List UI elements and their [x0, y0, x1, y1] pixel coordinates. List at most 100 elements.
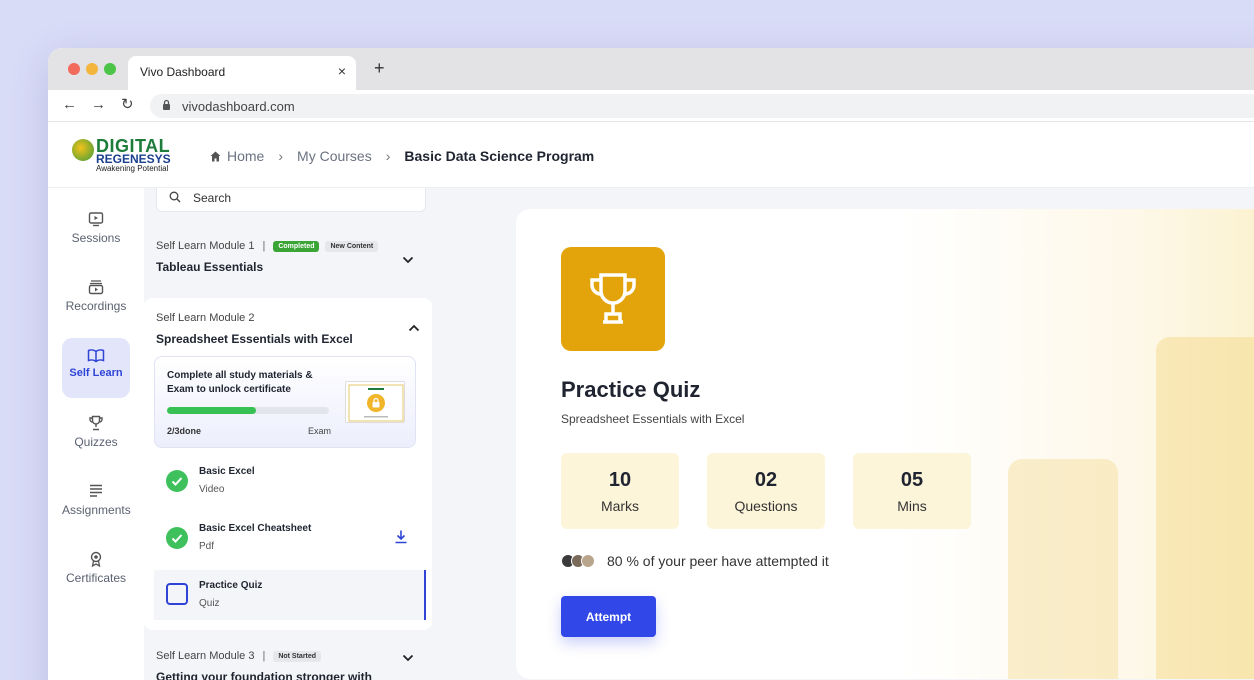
- sidebar-item-assignments[interactable]: Assignments: [62, 474, 131, 534]
- module-title: Getting your foundation stronger with: [156, 670, 372, 680]
- browser-tab-bar: Vivo Dashboard × +: [48, 48, 1254, 90]
- stat-card-mins: 05 Mins: [853, 453, 971, 529]
- chevron-down-icon[interactable]: [402, 654, 414, 662]
- divider: |: [262, 240, 266, 252]
- stat-value: 05: [900, 469, 924, 491]
- item-type: Video: [199, 484, 225, 495]
- new-tab-button[interactable]: +: [374, 58, 385, 79]
- list-item-basic-excel-cheatsheet[interactable]: Basic Excel Cheatsheet Pdf: [154, 513, 426, 563]
- url-field[interactable]: vivodashboard.com: [150, 94, 1254, 118]
- sidebar-item-label: Self Learn: [69, 367, 123, 379]
- sidebar-item-quizzes[interactable]: Quizzes: [62, 406, 130, 466]
- module-2-header[interactable]: Self Learn Module 2 Spreadsheet Essentia…: [156, 312, 420, 346]
- logo-tagline: Awakening Potential: [96, 164, 169, 173]
- stat-value: 02: [754, 469, 778, 491]
- decorative-panel: [1156, 337, 1254, 679]
- download-icon[interactable]: [394, 529, 408, 544]
- app-header: DIGITAL REGENESYS Awakening Potential Ho…: [48, 122, 1254, 188]
- module-3[interactable]: Self Learn Module 3 | Not Started Gettin…: [156, 650, 426, 680]
- progress-text: 2/3done: [167, 426, 202, 436]
- forward-icon[interactable]: →: [91, 97, 106, 113]
- chevron-down-icon[interactable]: [402, 256, 414, 264]
- list-item-basic-excel[interactable]: Basic Excel Video: [154, 456, 426, 506]
- attempt-button[interactable]: Attempt: [561, 596, 656, 637]
- sidebar-item-label: Quizzes: [74, 435, 118, 449]
- list-icon: [90, 484, 102, 497]
- lock-badge-icon: [367, 394, 385, 412]
- peer-attempts: 80 % of your peer have attempted it: [561, 553, 829, 569]
- back-icon[interactable]: ←: [62, 97, 77, 113]
- lock-icon: [163, 99, 170, 110]
- certificate-card: Complete all study materials & Exam to u…: [154, 356, 416, 448]
- award-icon: [90, 551, 102, 567]
- quiz-card: Practice Quiz Spreadsheet Essentials wit…: [516, 209, 1254, 679]
- trophy-icon: [89, 415, 103, 431]
- sidebar-item-sessions[interactable]: Sessions: [62, 202, 130, 262]
- module-title: Tableau Essentials: [156, 260, 264, 274]
- play-screen-icon: [88, 212, 104, 227]
- list-item-practice-quiz[interactable]: Practice Quiz Quiz: [154, 570, 426, 620]
- sidebar-nav: Sessions Recordings Self Learn Quizzes A…: [48, 188, 144, 680]
- decorative-panel: [1008, 459, 1118, 679]
- sidebar-item-self-learn[interactable]: Self Learn: [62, 338, 130, 398]
- close-window-dot[interactable]: [68, 63, 80, 75]
- item-type: Quiz: [199, 598, 220, 609]
- stat-label: Mins: [897, 498, 927, 514]
- stat-value: 10: [608, 469, 632, 491]
- sidebar-item-recordings[interactable]: Recordings: [62, 270, 130, 330]
- url-text: vivodashboard.com: [182, 99, 295, 114]
- module-panel: Search Self Learn Module 1 | Completed N…: [144, 188, 442, 680]
- status-badge-completed: Completed: [273, 240, 320, 252]
- tab-title: Vivo Dashboard: [140, 65, 226, 79]
- breadcrumb-separator-icon: ›: [385, 148, 391, 164]
- peer-attempts-text: 80 % of your peer have attempted it: [607, 553, 829, 569]
- module-title: Spreadsheet Essentials with Excel: [156, 332, 353, 346]
- quiz-subtitle: Spreadsheet Essentials with Excel: [561, 412, 745, 426]
- breadcrumb-separator-icon: ›: [278, 148, 284, 164]
- recordings-icon: [88, 280, 104, 295]
- divider: |: [262, 650, 266, 662]
- status-badge-new-content: New Content: [325, 240, 379, 252]
- item-type: Pdf: [199, 541, 215, 552]
- trophy-icon: [590, 273, 636, 324]
- progress-bar: [167, 407, 329, 414]
- search-input[interactable]: Search: [156, 188, 426, 212]
- module-2: Self Learn Module 2 Spreadsheet Essentia…: [144, 298, 432, 630]
- main-content: Practice Quiz Spreadsheet Essentials wit…: [442, 188, 1254, 680]
- sidebar-item-label: Recordings: [65, 299, 127, 313]
- page-title: Practice Quiz: [561, 377, 701, 402]
- check-circle-icon: [166, 527, 188, 549]
- breadcrumb: Home › My Courses › Basic Data Science P…: [210, 148, 594, 164]
- sidebar-item-label: Assignments: [62, 503, 131, 517]
- address-bar: ← → ↻ vivodashboard.com: [48, 90, 1254, 122]
- check-circle-icon: [166, 470, 188, 492]
- sidebar-item-label: Sessions: [71, 231, 121, 245]
- module-number: Self Learn Module 2: [156, 312, 255, 324]
- home-icon: [210, 151, 221, 161]
- breadcrumb-current: Basic Data Science Program: [404, 148, 595, 164]
- certificate-text: Complete all study materials & Exam to u…: [167, 370, 313, 395]
- book-icon: [87, 349, 105, 363]
- chevron-up-icon[interactable]: [408, 324, 420, 332]
- status-badge-not-started: Not Started: [273, 650, 322, 662]
- sidebar-item-label: Certificates: [65, 571, 127, 585]
- search-icon: [169, 191, 181, 203]
- item-title: Practice Quiz: [199, 580, 263, 591]
- avatar: [581, 554, 595, 568]
- stat-card-questions: 02 Questions: [707, 453, 825, 529]
- stat-label: Questions: [734, 498, 798, 514]
- maximize-window-dot[interactable]: [104, 63, 116, 75]
- logo-mark-icon: [72, 139, 94, 161]
- sidebar-item-certificates[interactable]: Certificates: [62, 542, 130, 602]
- module-1[interactable]: Self Learn Module 1 | Completed New Cont…: [156, 240, 426, 274]
- breadcrumb-home[interactable]: Home: [227, 148, 264, 164]
- certificate-preview: [345, 381, 405, 423]
- browser-tab[interactable]: Vivo Dashboard ×: [128, 56, 356, 90]
- browser-window: Vivo Dashboard × + ← → ↻ vivodashboard.c…: [48, 48, 1254, 680]
- stat-label: Marks: [600, 498, 640, 514]
- minimize-window-dot[interactable]: [86, 63, 98, 75]
- trophy-badge: [561, 247, 665, 351]
- tab-close-icon[interactable]: ×: [338, 63, 346, 79]
- reload-icon[interactable]: ↻: [121, 97, 134, 113]
- breadcrumb-my-courses[interactable]: My Courses: [297, 148, 372, 164]
